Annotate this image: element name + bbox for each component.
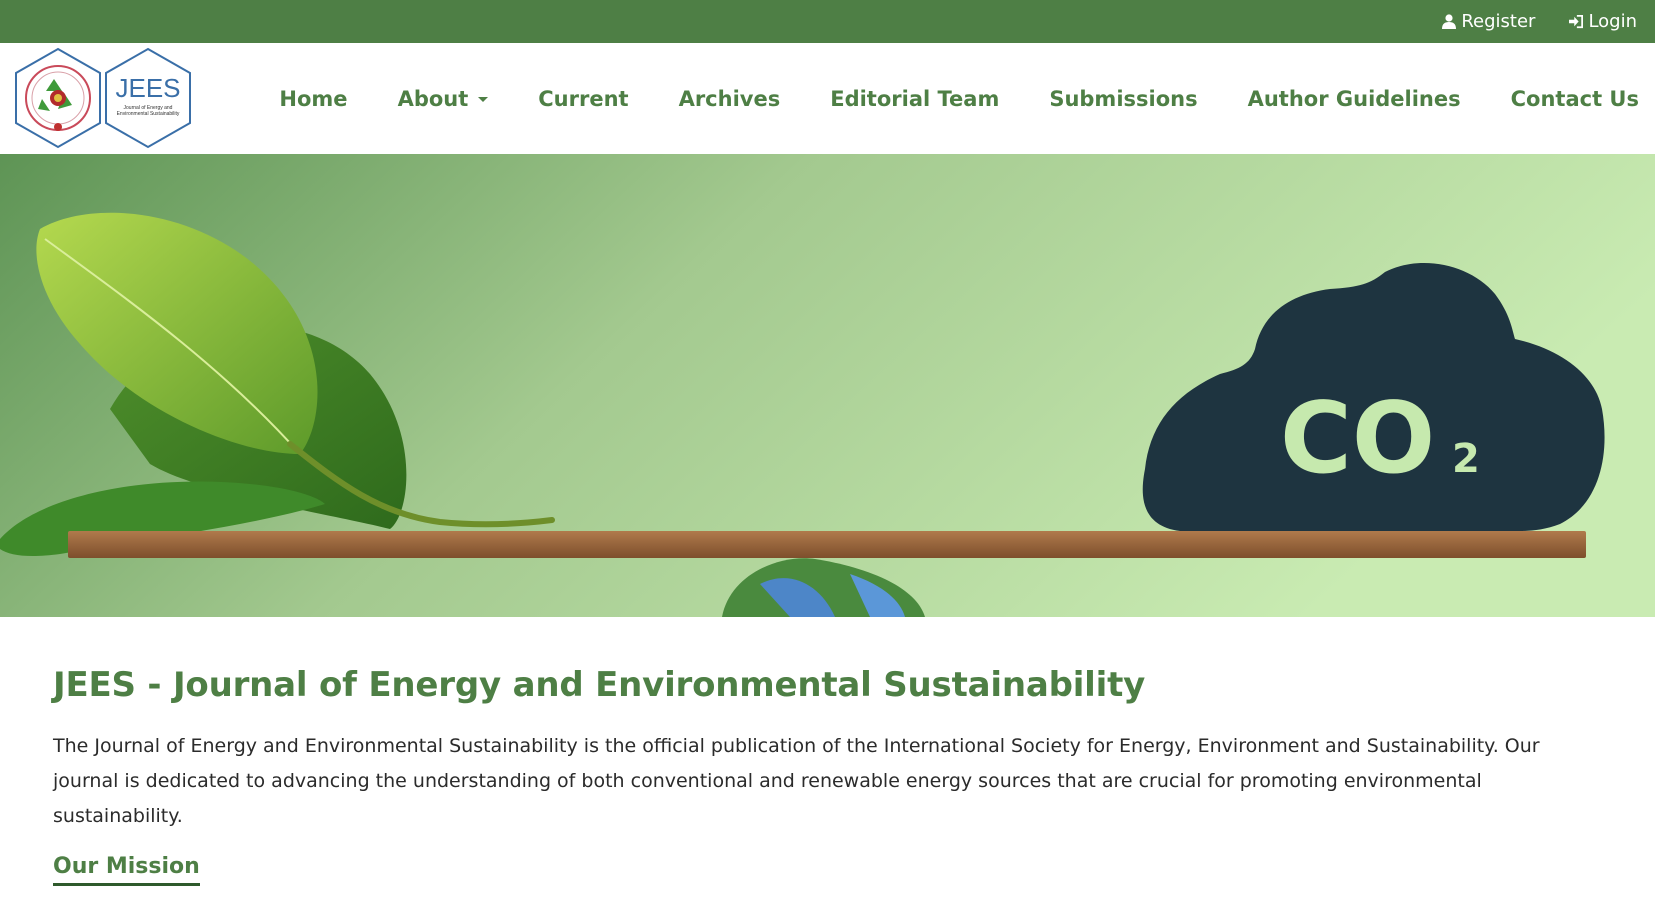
sign-in-icon [1569, 14, 1584, 29]
nav-archives-label: Archives [678, 86, 781, 111]
nav-author-guidelines[interactable]: Author Guidelines [1248, 87, 1461, 111]
nav-archives[interactable]: Archives [679, 87, 781, 111]
our-mission-heading: Our Mission [53, 854, 200, 886]
register-label: Register [1461, 11, 1536, 32]
nav-about[interactable]: About [398, 87, 489, 111]
wooden-plank [68, 531, 1586, 558]
nav-contact-us-label: Contact Us [1510, 86, 1639, 111]
nav-home-label: Home [279, 86, 348, 111]
cloud-subscript: 2 [1452, 436, 1480, 482]
chevron-down-icon [478, 97, 489, 102]
nav-author-guidelines-label: Author Guidelines [1247, 86, 1461, 111]
nav-editorial-team[interactable]: Editorial Team [830, 87, 999, 111]
nav-submissions-label: Submissions [1049, 86, 1198, 111]
login-label: Login [1588, 11, 1637, 32]
nav-contact-us[interactable]: Contact Us [1511, 87, 1639, 111]
logo-subtitle-2: Environmental Sustainability [117, 111, 180, 117]
logo-text: JEES [115, 73, 180, 103]
jees-logo[interactable]: JEES Journal of Energy and Environmental… [12, 47, 194, 151]
nav-submissions[interactable]: Submissions [1049, 87, 1197, 111]
nav-current[interactable]: Current [538, 87, 628, 111]
nav-current-label: Current [538, 86, 629, 111]
nav-editorial-team-label: Editorial Team [830, 86, 1000, 111]
nav-about-label: About [397, 86, 469, 111]
cloud-text: CO [1280, 382, 1435, 496]
site-header: JEES Journal of Energy and Environmental… [0, 43, 1655, 154]
main-nav: Home About Current Archives Editorial Te… [279, 43, 1639, 154]
journal-description: The Journal of Energy and Environmental … [53, 735, 1540, 827]
register-link[interactable]: Register [1442, 11, 1535, 32]
top-bar: Register Login [0, 0, 1655, 43]
login-link[interactable]: Login [1569, 11, 1637, 32]
nav-home[interactable]: Home [279, 87, 347, 111]
hero-image: CO 2 [0, 154, 1655, 617]
main-content: JEES - Journal of Energy and Environment… [0, 665, 1655, 886]
page-title: JEES - Journal of Energy and Environment… [53, 665, 1146, 705]
hero-banner: CO 2 [0, 154, 1655, 617]
user-icon [1442, 14, 1457, 29]
